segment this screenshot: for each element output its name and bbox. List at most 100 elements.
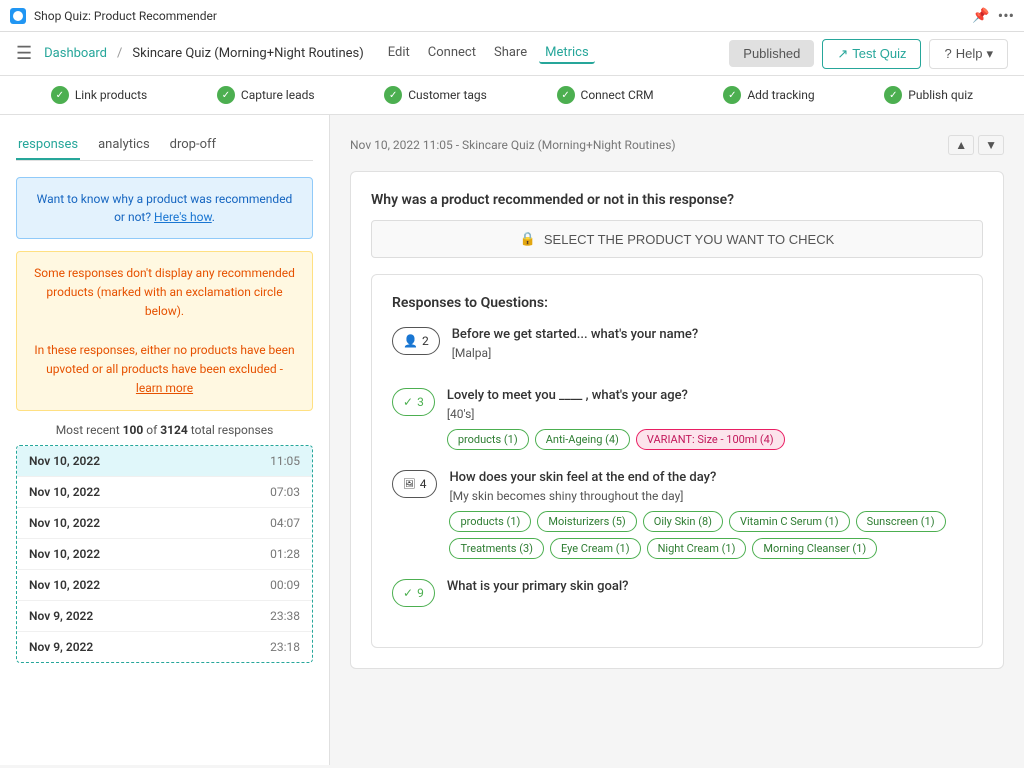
question-section-title: Why was a product recommended or not in … — [371, 192, 983, 208]
app-title: Shop Quiz: Product Recommender — [34, 9, 964, 23]
checklist-item-add-tracking[interactable]: ✓ Add tracking — [723, 86, 814, 104]
answer-text-2: [40's] — [447, 407, 962, 421]
most-recent-label: Most recent 100 of 3124 total responses — [16, 423, 313, 437]
question-content-3: How does your skin feel at the end of th… — [449, 470, 962, 559]
test-quiz-button[interactable]: ↗ Test Quiz — [822, 39, 921, 69]
check-icon-connect-crm: ✓ — [557, 86, 575, 104]
checklist-item-capture-leads[interactable]: ✓ Capture leads — [217, 86, 315, 104]
image-icon: 🖼 — [403, 479, 416, 490]
more-options-icon[interactable]: ••• — [998, 6, 1014, 25]
nav-dashboard-link[interactable]: Dashboard — [44, 46, 107, 61]
right-panel: Nov 10, 2022 11:05 - Skincare Quiz (Morn… — [330, 115, 1024, 765]
check-icon-link-products: ✓ — [51, 86, 69, 104]
tag-eye-cream[interactable]: Eye Cream (1) — [550, 538, 641, 559]
lock-icon: 🔒 — [520, 231, 536, 247]
question-item-3: 🖼 4 How does your skin feel at the end o… — [392, 470, 962, 559]
tag-vitamin-c-serum[interactable]: Vitamin C Serum (1) — [729, 511, 850, 532]
checklist-bar: ✓ Link products ✓ Capture leads ✓ Custom… — [0, 76, 1024, 115]
checklist-item-link-products[interactable]: ✓ Link products — [51, 86, 147, 104]
question-text-2: Lovely to meet you ____ , what's your ag… — [447, 388, 962, 403]
question-item-1: 👤 2 Before we get started... what's your… — [392, 327, 962, 368]
nav-separator: / — [117, 46, 122, 61]
checklist-item-connect-crm[interactable]: ✓ Connect CRM — [557, 86, 654, 104]
question-badge-3: 🖼 4 — [392, 470, 437, 498]
response-item[interactable]: Nov 9, 2022 23:38 — [17, 601, 312, 632]
warning-box: Some responses don't display any recomme… — [16, 251, 313, 411]
check-icon-add-tracking: ✓ — [723, 86, 741, 104]
learn-more-link[interactable]: learn more — [136, 381, 193, 395]
response-item[interactable]: Nov 10, 2022 00:09 — [17, 570, 312, 601]
tag-night-cream[interactable]: Night Cream (1) — [647, 538, 747, 559]
response-nav: ▲ ▼ — [948, 135, 1004, 155]
tag-moisturizers[interactable]: Moisturizers (5) — [537, 511, 636, 532]
tag-variant-size[interactable]: VARIANT: Size - 100ml (4) — [636, 429, 785, 450]
checklist-item-publish-quiz[interactable]: ✓ Publish quiz — [884, 86, 973, 104]
question-text-4: What is your primary skin goal? — [447, 579, 962, 594]
question-icon: ? — [944, 46, 951, 61]
title-bar-actions: 📌 ••• — [972, 6, 1014, 25]
chevron-down-icon: ▾ — [986, 46, 993, 62]
tags-3: products (1) Moisturizers (5) Oily Skin … — [449, 511, 962, 559]
checklist-item-customer-tags[interactable]: ✓ Customer tags — [384, 86, 487, 104]
prev-response-button[interactable]: ▲ — [948, 135, 974, 155]
tag-products-1[interactable]: products (1) — [447, 429, 529, 450]
responses-section: Responses to Questions: 👤 2 Before we ge… — [371, 274, 983, 648]
title-bar: Shop Quiz: Product Recommender 📌 ••• — [0, 0, 1024, 32]
check-icon-customer-tags: ✓ — [384, 86, 402, 104]
check-icon-publish-quiz: ✓ — [884, 86, 902, 104]
tab-analytics[interactable]: analytics — [96, 131, 152, 160]
heres-how-link[interactable]: Here's how — [154, 210, 212, 224]
check-icon: ✓ — [403, 395, 413, 409]
person-icon: 👤 — [403, 334, 418, 348]
nav-edit-link[interactable]: Edit — [382, 43, 416, 64]
response-list: Nov 10, 2022 11:05 Nov 10, 2022 07:03 No… — [16, 445, 313, 663]
help-button[interactable]: ? Help ▾ — [929, 39, 1008, 69]
response-item[interactable]: Nov 10, 2022 01:28 — [17, 539, 312, 570]
question-badge-1: 👤 2 — [392, 327, 440, 355]
tag-morning-cleanser[interactable]: Morning Cleanser (1) — [752, 538, 877, 559]
question-text-1: Before we get started... what's your nam… — [452, 327, 962, 342]
select-product-button[interactable]: 🔒 SELECT THE PRODUCT YOU WANT TO CHECK — [371, 220, 983, 258]
published-button[interactable]: Published — [729, 40, 814, 67]
nav-right-actions: Published ↗ Test Quiz ? Help ▾ — [729, 39, 1008, 69]
tag-anti-ageing[interactable]: Anti-Ageing (4) — [535, 429, 630, 450]
response-item[interactable]: Nov 10, 2022 07:03 — [17, 477, 312, 508]
nav-connect-link[interactable]: Connect — [422, 43, 482, 64]
nav-metrics-link[interactable]: Metrics — [539, 43, 595, 64]
external-icon: ↗ — [837, 46, 848, 62]
check-icon-4: ✓ — [403, 586, 413, 600]
question-content-4: What is your primary skin goal? — [447, 579, 962, 607]
question-content-2: Lovely to meet you ____ , what's your ag… — [447, 388, 962, 450]
nav-bar: ☰ Dashboard / Skincare Quiz (Morning+Nig… — [0, 32, 1024, 76]
question-item-2: ✓ 3 Lovely to meet you ____ , what's you… — [392, 388, 962, 450]
responses-title: Responses to Questions: — [392, 295, 962, 311]
check-icon-capture-leads: ✓ — [217, 86, 235, 104]
response-item[interactable]: Nov 9, 2022 23:18 — [17, 632, 312, 662]
nav-actions: Edit Connect Share Metrics — [382, 43, 595, 64]
question-section: Why was a product recommended or not in … — [350, 171, 1004, 669]
info-box-blue: Want to know why a product was recommend… — [16, 177, 313, 239]
tag-sunscreen[interactable]: Sunscreen (1) — [856, 511, 946, 532]
left-panel: responses analytics drop-off Want to kno… — [0, 115, 330, 765]
tab-dropoff[interactable]: drop-off — [168, 131, 218, 160]
response-item[interactable]: Nov 10, 2022 11:05 — [17, 446, 312, 477]
question-item-4: ✓ 9 What is your primary skin goal? — [392, 579, 962, 607]
answer-text-1: [Malpa] — [452, 346, 962, 360]
next-response-button[interactable]: ▼ — [978, 135, 1004, 155]
response-date-label: Nov 10, 2022 11:05 - Skincare Quiz (Morn… — [350, 138, 676, 152]
tags-2: products (1) Anti-Ageing (4) VARIANT: Si… — [447, 429, 962, 450]
nav-share-link[interactable]: Share — [488, 43, 533, 64]
response-header: Nov 10, 2022 11:05 - Skincare Quiz (Morn… — [350, 135, 1004, 155]
tag-treatments[interactable]: Treatments (3) — [449, 538, 544, 559]
tag-products-2[interactable]: products (1) — [449, 511, 531, 532]
question-text-3: How does your skin feel at the end of th… — [449, 470, 962, 485]
question-badge-2: ✓ 3 — [392, 388, 435, 416]
response-item[interactable]: Nov 10, 2022 04:07 — [17, 508, 312, 539]
main-content: responses analytics drop-off Want to kno… — [0, 115, 1024, 765]
menu-icon[interactable]: ☰ — [16, 43, 32, 64]
app-icon — [10, 8, 26, 24]
tag-oily-skin[interactable]: Oily Skin (8) — [643, 511, 723, 532]
answer-text-3: [My skin becomes shiny throughout the da… — [449, 489, 962, 503]
tab-responses[interactable]: responses — [16, 131, 80, 160]
pin-icon[interactable]: 📌 — [972, 8, 989, 24]
